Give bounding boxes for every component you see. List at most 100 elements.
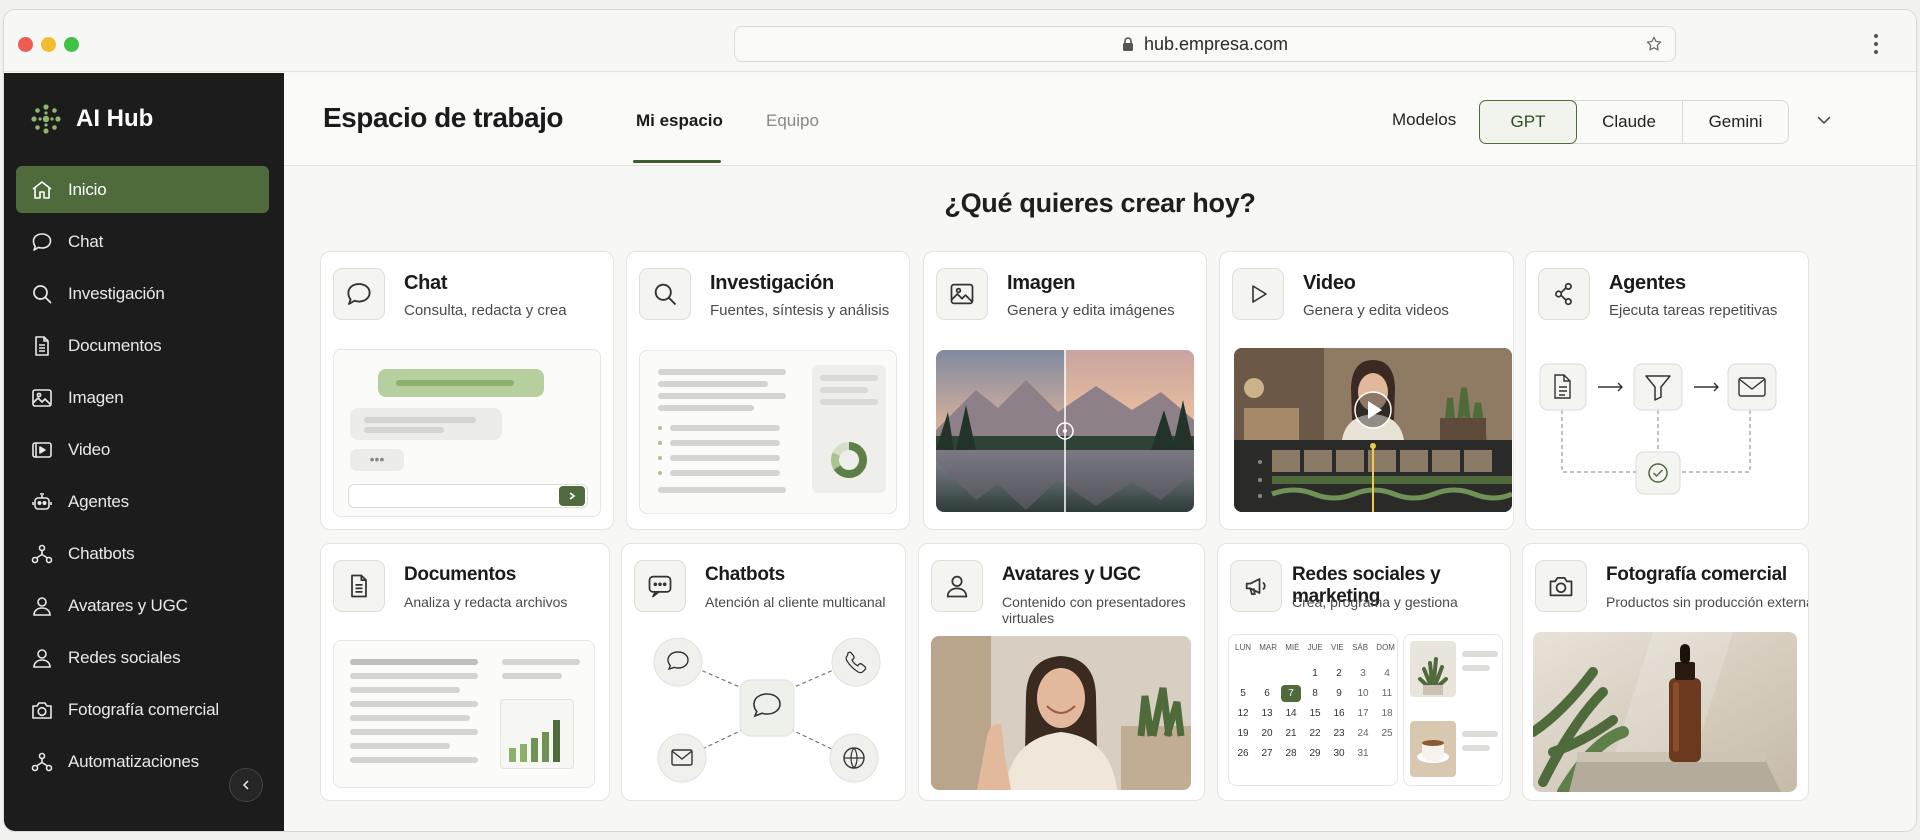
calendar-day[interactable]: 5 bbox=[1233, 685, 1253, 702]
card-subtitle: Fuentes, síntesis y análisis bbox=[710, 302, 890, 319]
content-calendar: LUN MAR MIÉ JUE VIE SÁB DOM 1 2 3 4 5 6 7 8 9 10 1… bbox=[1228, 634, 1398, 786]
scheduled-posts-panel bbox=[1403, 634, 1503, 786]
typing-indicator: ••• bbox=[350, 449, 404, 471]
calendar-day[interactable]: 9 bbox=[1329, 685, 1349, 702]
calendar-day[interactable]: 25 bbox=[1377, 725, 1397, 742]
calendar-grid: 1 2 3 4 5 6 7 8 9 10 11 12 13 14 15 16 17 18 19 20 21 22 23 24 2… bbox=[1233, 663, 1397, 763]
sidebar-item-agentes[interactable]: Agentes bbox=[16, 478, 269, 525]
calendar-day[interactable]: 6 bbox=[1257, 685, 1277, 702]
send-icon bbox=[559, 486, 585, 506]
calendar-day[interactable]: 21 bbox=[1281, 725, 1301, 742]
calendar-day[interactable]: 24 bbox=[1353, 725, 1373, 742]
share-nodes-icon bbox=[1538, 268, 1590, 320]
calendar-day[interactable]: 20 bbox=[1257, 725, 1277, 742]
calendar-day[interactable]: 1 bbox=[1305, 665, 1325, 682]
card-video[interactable]: Video Genera y edita videos bbox=[1219, 251, 1514, 530]
calendar-day[interactable]: 16 bbox=[1329, 705, 1349, 722]
donut-chart-icon bbox=[831, 442, 867, 478]
tab-mi-espacio[interactable]: Mi espacio bbox=[636, 111, 723, 131]
chat-bubble-icon bbox=[32, 232, 52, 251]
calendar-day[interactable]: 7 bbox=[1281, 684, 1301, 702]
card-imagen[interactable]: Imagen Genera y edita imágenes bbox=[923, 251, 1207, 530]
sidebar: AI Hub Inicio Chat Investigación Documen… bbox=[4, 73, 284, 831]
close-window-button[interactable] bbox=[18, 37, 33, 52]
card-avatares[interactable]: Avatares y UGC Contenido con presentador… bbox=[918, 543, 1205, 801]
calendar-day[interactable]: 2 bbox=[1329, 665, 1349, 682]
weekday-label: SÁB bbox=[1352, 643, 1369, 652]
sidebar-item-chat[interactable]: Chat bbox=[16, 218, 269, 265]
sidebar-item-fotografia[interactable]: Fotografía comercial bbox=[16, 686, 269, 733]
document-preview bbox=[333, 640, 595, 788]
weekday-label: VIE bbox=[1330, 643, 1344, 652]
model-option-gpt[interactable]: GPT bbox=[1479, 100, 1577, 144]
brand-logo[interactable]: AI Hub bbox=[30, 103, 153, 135]
card-investigacion[interactable]: Investigación Fuentes, síntesis y anális… bbox=[626, 251, 910, 530]
model-option-claude[interactable]: Claude bbox=[1576, 101, 1683, 143]
avatar-presenter-image bbox=[931, 636, 1191, 790]
active-tab-indicator bbox=[633, 160, 721, 163]
bookmark-star-icon[interactable] bbox=[1645, 35, 1663, 53]
chevron-down-icon[interactable] bbox=[1815, 114, 1833, 126]
sidebar-item-documentos[interactable]: Documentos bbox=[16, 322, 269, 369]
calendar-day[interactable]: 8 bbox=[1305, 685, 1325, 702]
calendar-week-row: 5 6 7 8 9 10 11 bbox=[1233, 683, 1397, 703]
card-chatbots[interactable]: Chatbots Atención al cliente multicanal bbox=[621, 543, 906, 801]
calendar-day[interactable]: 30 bbox=[1329, 745, 1349, 762]
weekday-label: MAR bbox=[1259, 643, 1277, 652]
calendar-day[interactable]: 14 bbox=[1281, 705, 1301, 722]
card-subtitle: Analiza y redacta archivos bbox=[404, 594, 568, 610]
sidebar-item-investigacion[interactable]: Investigación bbox=[16, 270, 269, 317]
calendar-day[interactable]: 19 bbox=[1233, 725, 1253, 742]
sidebar-item-chatbots[interactable]: Chatbots bbox=[16, 530, 269, 577]
weekday-label: JUE bbox=[1307, 643, 1323, 652]
calendar-day[interactable]: 26 bbox=[1233, 745, 1253, 762]
calendar-day[interactable]: 13 bbox=[1257, 705, 1277, 722]
chat-bubble-user bbox=[378, 369, 544, 397]
calendar-day[interactable]: 4 bbox=[1377, 665, 1397, 682]
brand-name: AI Hub bbox=[76, 105, 154, 132]
calendar-day[interactable]: 11 bbox=[1377, 685, 1397, 702]
calendar-day[interactable]: 12 bbox=[1233, 705, 1253, 722]
card-redes-sociales[interactable]: Redes sociales y marketing Crea, program… bbox=[1217, 543, 1511, 801]
calendar-day[interactable]: 28 bbox=[1281, 745, 1301, 762]
card-chat[interactable]: Chat Consulta, redacta y crea ••• bbox=[320, 251, 614, 530]
sidebar-item-avatares[interactable]: Avatares y UGC bbox=[16, 582, 269, 629]
post-thumbnail-plant bbox=[1410, 641, 1456, 697]
calendar-day[interactable]: 23 bbox=[1329, 725, 1349, 742]
address-bar[interactable]: hub.empresa.com bbox=[734, 26, 1676, 62]
card-title: Documentos bbox=[404, 564, 517, 585]
calendar-day[interactable]: 27 bbox=[1257, 745, 1277, 762]
calendar-day[interactable]: 18 bbox=[1377, 705, 1397, 722]
browser-titlebar: hub.empresa.com bbox=[4, 10, 1916, 72]
sidebar-item-video[interactable]: Video bbox=[16, 426, 269, 473]
calendar-day[interactable]: 3 bbox=[1353, 665, 1373, 682]
sidebar-item-imagen[interactable]: Imagen bbox=[16, 374, 269, 421]
calendar-day bbox=[1377, 745, 1397, 762]
card-documentos[interactable]: Documentos Analiza y redacta archivos bbox=[320, 543, 610, 801]
calendar-day[interactable]: 15 bbox=[1305, 705, 1325, 722]
minimize-window-button[interactable] bbox=[41, 37, 56, 52]
image-icon bbox=[32, 388, 52, 407]
calendar-day bbox=[1281, 665, 1301, 682]
calendar-weekdays: LUN MAR MIÉ JUE VIE SÁB DOM bbox=[1235, 643, 1395, 652]
calendar-day[interactable]: 10 bbox=[1353, 685, 1373, 702]
card-subtitle: Ejecuta tareas repetitivas bbox=[1609, 302, 1778, 319]
sidebar-item-label: Investigación bbox=[68, 283, 165, 303]
card-fotografia[interactable]: Fotografía comercial Productos sin produ… bbox=[1522, 543, 1809, 801]
collapse-sidebar-button[interactable] bbox=[229, 768, 263, 802]
page-title: Espacio de trabajo bbox=[323, 102, 563, 133]
sidebar-item-redes-sociales[interactable]: Redes sociales bbox=[16, 634, 269, 681]
calendar-day[interactable]: 29 bbox=[1305, 745, 1325, 762]
card-agentes[interactable]: Agentes Ejecuta tareas repetitivas bbox=[1525, 251, 1809, 530]
calendar-day[interactable]: 31 bbox=[1353, 745, 1373, 762]
browser-menu-icon[interactable] bbox=[1874, 34, 1878, 54]
maximize-window-button[interactable] bbox=[64, 37, 79, 52]
sidebar-item-inicio[interactable]: Inicio bbox=[16, 166, 269, 213]
sidebar-item-label: Redes sociales bbox=[68, 647, 181, 667]
camera-icon bbox=[1535, 560, 1587, 612]
calendar-day[interactable]: 22 bbox=[1305, 725, 1325, 742]
calendar-day[interactable]: 17 bbox=[1353, 705, 1373, 722]
tab-equipo[interactable]: Equipo bbox=[766, 111, 819, 131]
chevron-left-icon bbox=[242, 780, 249, 790]
model-option-gemini[interactable]: Gemini bbox=[1683, 101, 1788, 143]
